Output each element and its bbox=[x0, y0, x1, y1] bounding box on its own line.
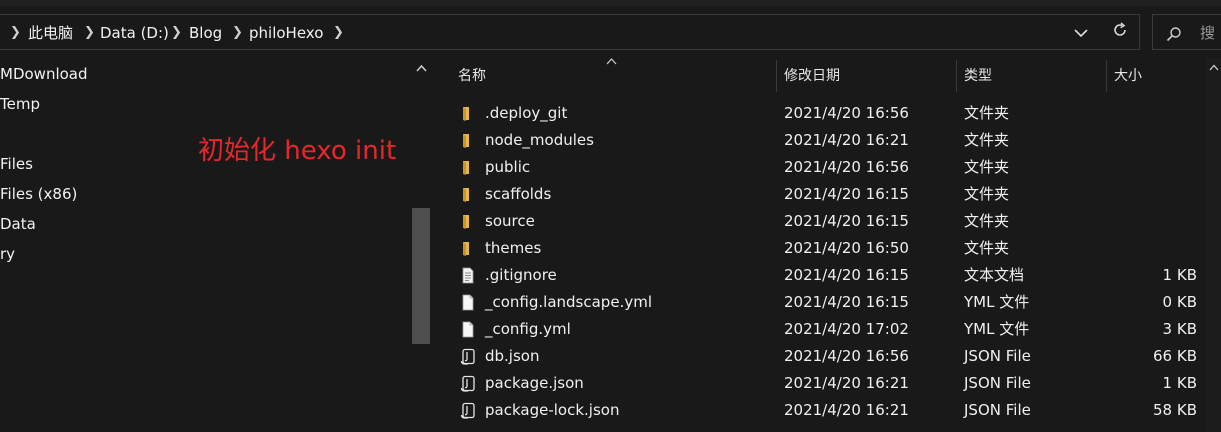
column-divider[interactable] bbox=[1106, 60, 1107, 92]
file-row[interactable]: source 2021/4/20 16:15 文件夹 bbox=[440, 208, 1206, 235]
file-modified-date: 2021/4/20 16:15 bbox=[784, 266, 909, 284]
file-type: 文件夹 bbox=[964, 131, 1010, 149]
file-type: 文件夹 bbox=[964, 104, 1010, 122]
file-size: 3 KB bbox=[1162, 320, 1197, 338]
file-size: 0 KB bbox=[1162, 293, 1197, 311]
nav-item-library[interactable]: ry bbox=[0, 243, 15, 265]
navigation-pane bbox=[0, 58, 432, 432]
file-name: package.json bbox=[485, 374, 584, 392]
file-modified-date: 2021/4/20 16:56 bbox=[784, 104, 909, 122]
file-modified-date: 2021/4/20 16:50 bbox=[784, 239, 909, 257]
file-name: scaffolds bbox=[485, 185, 552, 203]
file-row[interactable]: .gitignore 2021/4/20 16:15 文本文档 1 KB bbox=[440, 262, 1206, 289]
file-row[interactable]: scaffolds 2021/4/20 16:15 文件夹 bbox=[440, 181, 1206, 208]
file-size bbox=[1100, 127, 1197, 154]
file-row[interactable]: package.json 2021/4/20 16:21 JSON File 1 KB bbox=[440, 370, 1206, 397]
chevron-up-icon bbox=[1209, 64, 1218, 71]
file-modified-date: 2021/4/20 17:02 bbox=[784, 320, 909, 338]
chevron-up-icon bbox=[415, 64, 427, 72]
file-type: 文件夹 bbox=[964, 212, 1010, 230]
file-type: 文件夹 bbox=[964, 185, 1010, 203]
file-size bbox=[1100, 208, 1197, 235]
refresh-icon bbox=[1114, 22, 1126, 36]
file-modified-date: 2021/4/20 16:56 bbox=[784, 158, 909, 176]
nav-item-data[interactable]: Data bbox=[0, 213, 36, 235]
sort-ascending-icon bbox=[606, 56, 617, 68]
file-row[interactable]: themes 2021/4/20 16:50 文件夹 bbox=[440, 235, 1206, 262]
chevron-right-icon[interactable]: ❯ bbox=[171, 22, 182, 44]
column-header-date[interactable]: 修改日期 bbox=[784, 64, 840, 88]
nav-item-program-files-x86[interactable]: Files (x86) bbox=[0, 183, 77, 205]
chevron-right-icon[interactable]: ❯ bbox=[84, 22, 95, 44]
file-name: db.json bbox=[485, 347, 540, 365]
file-size: 66 KB bbox=[1153, 347, 1197, 365]
file-name: node_modules bbox=[485, 131, 594, 149]
file-size: 58 KB bbox=[1153, 401, 1197, 419]
history-dropdown-button[interactable] bbox=[1066, 18, 1096, 48]
file-modified-date: 2021/4/20 16:21 bbox=[784, 374, 909, 392]
nav-item-program-files[interactable]: Files bbox=[0, 153, 33, 175]
file-size: 1 KB bbox=[1162, 266, 1197, 284]
file-name: themes bbox=[485, 239, 542, 257]
file-type: 文本文档 bbox=[964, 266, 1025, 284]
column-divider[interactable] bbox=[956, 60, 957, 92]
file-row[interactable]: node_modules 2021/4/20 16:21 文件夹 bbox=[440, 127, 1206, 154]
chevron-right-icon[interactable]: ❯ bbox=[333, 22, 344, 44]
file-row[interactable]: public 2021/4/20 16:56 文件夹 bbox=[440, 154, 1206, 181]
file-modified-date: 2021/4/20 16:56 bbox=[784, 347, 909, 365]
search-icon bbox=[1166, 22, 1182, 44]
file-name: source bbox=[485, 212, 535, 230]
file-type: 文件夹 bbox=[964, 158, 1010, 176]
nav-scrollbar-thumb[interactable] bbox=[412, 208, 430, 344]
breadcrumb-blog[interactable]: Blog bbox=[189, 22, 222, 44]
breadcrumb-this-pc[interactable]: 此电脑 bbox=[28, 22, 73, 44]
nav-scroll-up-button[interactable] bbox=[412, 60, 430, 78]
column-header-name[interactable]: 名称 bbox=[458, 64, 486, 88]
column-header-type[interactable]: 类型 bbox=[964, 64, 992, 88]
file-size bbox=[1100, 154, 1197, 181]
breadcrumb-philohexo[interactable]: philoHexo bbox=[249, 22, 323, 44]
file-size: 1 KB bbox=[1162, 374, 1197, 392]
annotation-text: 初始化 hexo init bbox=[198, 136, 397, 166]
file-name: .gitignore bbox=[485, 266, 557, 284]
file-size bbox=[1100, 181, 1197, 208]
file-modified-date: 2021/4/20 16:15 bbox=[784, 185, 909, 203]
nav-item-temp[interactable]: Temp bbox=[0, 93, 40, 115]
file-modified-date: 2021/4/20 16:21 bbox=[784, 131, 909, 149]
chevron-down-icon bbox=[1074, 29, 1088, 38]
file-modified-date: 2021/4/20 16:21 bbox=[784, 401, 909, 419]
file-name: package-lock.json bbox=[485, 401, 620, 419]
file-size bbox=[1100, 235, 1197, 262]
search-placeholder: 搜 bbox=[1200, 24, 1216, 42]
chevron-right-icon[interactable]: ❯ bbox=[232, 22, 243, 44]
file-list-scrollbar[interactable] bbox=[1206, 58, 1221, 432]
refresh-button[interactable] bbox=[1105, 18, 1135, 48]
file-type: YML 文件 bbox=[964, 293, 1030, 311]
file-name: _config.landscape.yml bbox=[485, 293, 652, 311]
breadcrumb-data-drive[interactable]: Data (D:) bbox=[100, 22, 169, 44]
file-modified-date: 2021/4/20 16:15 bbox=[784, 212, 909, 230]
file-row[interactable]: .deploy_git 2021/4/20 16:56 文件夹 bbox=[440, 100, 1206, 127]
file-name: public bbox=[485, 158, 531, 176]
file-name: .deploy_git bbox=[485, 104, 568, 122]
file-row[interactable]: package-lock.json 2021/4/20 16:21 JSON Fil… bbox=[440, 397, 1206, 424]
file-type: JSON File bbox=[964, 401, 1031, 419]
file-type: YML 文件 bbox=[964, 320, 1030, 338]
column-header-size[interactable]: 大小 bbox=[1114, 64, 1142, 88]
file-size bbox=[1100, 100, 1197, 127]
file-type: 文件夹 bbox=[964, 239, 1010, 257]
chevron-right-icon[interactable]: ❯ bbox=[10, 22, 21, 44]
file-row[interactable]: _config.yml 2021/4/20 17:02 YML 文件 3 KB bbox=[440, 316, 1206, 343]
file-row[interactable]: db.json 2021/4/20 16:56 JSON File 66 KB bbox=[440, 343, 1206, 370]
file-name: _config.yml bbox=[485, 320, 571, 338]
file-type: JSON File bbox=[964, 347, 1031, 365]
nav-item-mdownload[interactable]: MDownload bbox=[0, 63, 88, 85]
file-row[interactable]: _config.landscape.yml 2021/4/20 16:15 YML … bbox=[440, 289, 1206, 316]
file-modified-date: 2021/4/20 16:15 bbox=[784, 293, 909, 311]
ribbon-edge bbox=[0, 0, 1221, 6]
file-list-scroll-up-button[interactable] bbox=[1206, 62, 1221, 76]
file-type: JSON File bbox=[964, 374, 1031, 392]
column-divider[interactable] bbox=[776, 60, 777, 92]
